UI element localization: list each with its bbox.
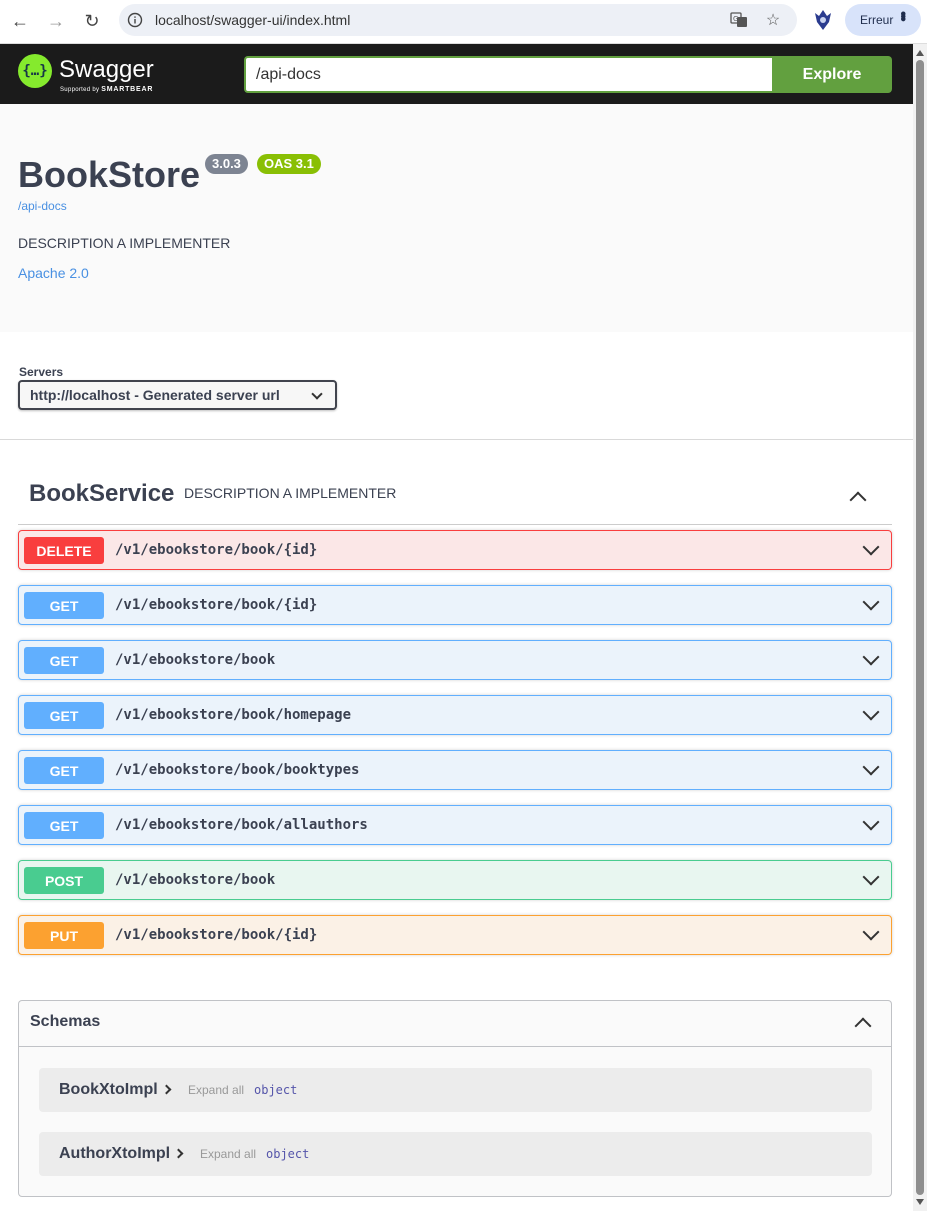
model-type: object [254,1083,298,1097]
section-divider [0,439,913,440]
operation-path: /v1/ebookstore/book [115,652,276,668]
chevron-down-icon [311,388,323,400]
operation-delete-book-id[interactable]: DELETE /v1/ebookstore/book/{id} [18,530,892,570]
operation-get-book-allauthors[interactable]: GET /v1/ebookstore/book/allauthors [18,805,892,845]
chevron-down-icon[interactable] [862,923,880,941]
translate-icon[interactable]: G [729,10,749,30]
chevron-up-icon[interactable] [849,491,867,509]
operation-put-book-id[interactable]: PUT /v1/ebookstore/book/{id} [18,915,892,955]
servers-label: Servers [19,365,64,379]
operation-path: /v1/ebookstore/book/homepage [115,707,352,723]
operation-path: /v1/ebookstore/book/{id} [115,542,318,558]
info-section: BookStore 3.0.3 OAS 3.1 /api-docs DESCRI… [0,104,913,332]
profile-error-chip[interactable]: Erreur ••• [845,4,921,36]
model-type: object [266,1147,310,1161]
oas-badge: OAS 3.1 [257,154,321,174]
servers-selected-value: http://localhost - Generated server url [30,387,280,403]
chevron-down-icon[interactable] [862,538,880,556]
swagger-logo-subtitle: Supported by SMARTBEAR [60,86,153,93]
chevron-right-icon[interactable] [173,1148,184,1159]
operation-path: /v1/ebookstore/book/booktypes [115,762,360,778]
scroll-down-arrow-icon[interactable] [916,1199,924,1205]
operation-path: /v1/ebookstore/book/{id} [115,927,318,943]
spec-url-input[interactable] [244,56,772,93]
method-badge: GET [24,812,104,839]
model-authorxtoimpl[interactable]: AuthorXtoImpl Expand all object [39,1132,872,1176]
url-text: localhost/swagger-ui/index.html [155,12,351,28]
chevron-down-icon[interactable] [862,703,880,721]
chevron-down-icon[interactable] [862,758,880,776]
chevron-down-icon[interactable] [862,813,880,831]
swagger-topbar: {…} Swagger Supported by SMARTBEAR Explo… [0,44,913,104]
logo-sub-brand: SMARTBEAR [101,86,154,93]
method-badge: DELETE [24,537,104,564]
api-description: DESCRIPTION A IMPLEMENTER [18,235,231,251]
operation-get-book-id[interactable]: GET /v1/ebookstore/book/{id} [18,585,892,625]
swagger-logo-icon: {…} [18,54,52,88]
operation-path: /v1/ebookstore/book/{id} [115,597,318,613]
method-badge: GET [24,592,104,619]
model-name[interactable]: BookXtoImpl [59,1081,158,1099]
explore-button[interactable]: Explore [772,56,892,93]
method-badge: PUT [24,922,104,949]
bookmark-star-icon[interactable]: ☆ [763,10,783,30]
swagger-logo-text: Swagger [59,56,154,83]
operation-get-book-booktypes[interactable]: GET /v1/ebookstore/book/booktypes [18,750,892,790]
page-scrollbar[interactable] [913,44,927,1211]
chevron-down-icon[interactable] [862,868,880,886]
svg-text:G: G [733,15,738,23]
servers-select[interactable]: http://localhost - Generated server url [18,380,337,410]
menu-dots-icon[interactable]: ••• [894,11,911,19]
tag-description: DESCRIPTION A IMPLEMENTER [184,485,397,501]
extension-icon[interactable] [812,8,834,32]
spec-link[interactable]: /api-docs [18,199,67,213]
chevron-up-icon[interactable] [854,1017,872,1035]
chevron-down-icon[interactable] [862,593,880,611]
operation-path: /v1/ebookstore/book/allauthors [115,817,368,833]
back-arrow-icon[interactable]: ← [7,8,33,34]
operation-get-book[interactable]: GET /v1/ebookstore/book [18,640,892,680]
expand-all-link[interactable]: Expand all [188,1083,244,1097]
model-bookxtoimpl[interactable]: BookXtoImpl Expand all object [39,1068,872,1112]
tag-header-bookservice[interactable]: BookService DESCRIPTION A IMPLEMENTER [18,470,892,525]
operation-path: /v1/ebookstore/book [115,872,276,888]
address-bar[interactable]: localhost/swagger-ui/index.html G ☆ [119,4,797,36]
profile-error-label: Erreur [860,13,894,27]
schemas-title: Schemas [30,1013,101,1030]
logo-sub-prefix: Supported by [60,87,100,93]
operation-get-book-homepage[interactable]: GET /v1/ebookstore/book/homepage [18,695,892,735]
reload-icon[interactable]: ↻ [79,8,105,34]
license-link[interactable]: Apache 2.0 [18,265,89,281]
scroll-thumb[interactable] [916,60,924,1195]
chevron-right-icon[interactable] [161,1084,172,1095]
tag-name: BookService [29,480,175,507]
method-badge: GET [24,757,104,784]
site-info-icon[interactable] [127,12,143,28]
method-badge: POST [24,867,104,894]
model-name[interactable]: AuthorXtoImpl [59,1145,170,1163]
version-badge: 3.0.3 [205,154,248,174]
method-badge: GET [24,702,104,729]
api-title: BookStore [18,154,201,195]
chevron-down-icon[interactable] [862,648,880,666]
forward-arrow-icon[interactable]: → [43,8,69,34]
scroll-up-arrow-icon[interactable] [916,50,924,56]
method-badge: GET [24,647,104,674]
schemas-header[interactable]: Schemas [19,1001,891,1047]
browser-toolbar: ← → ↻ localhost/swagger-ui/index.html G … [0,0,927,44]
expand-all-link[interactable]: Expand all [200,1147,256,1161]
schemas-section: Schemas BookXtoImpl Expand all object Au… [18,1000,892,1197]
operation-post-book[interactable]: POST /v1/ebookstore/book [18,860,892,900]
